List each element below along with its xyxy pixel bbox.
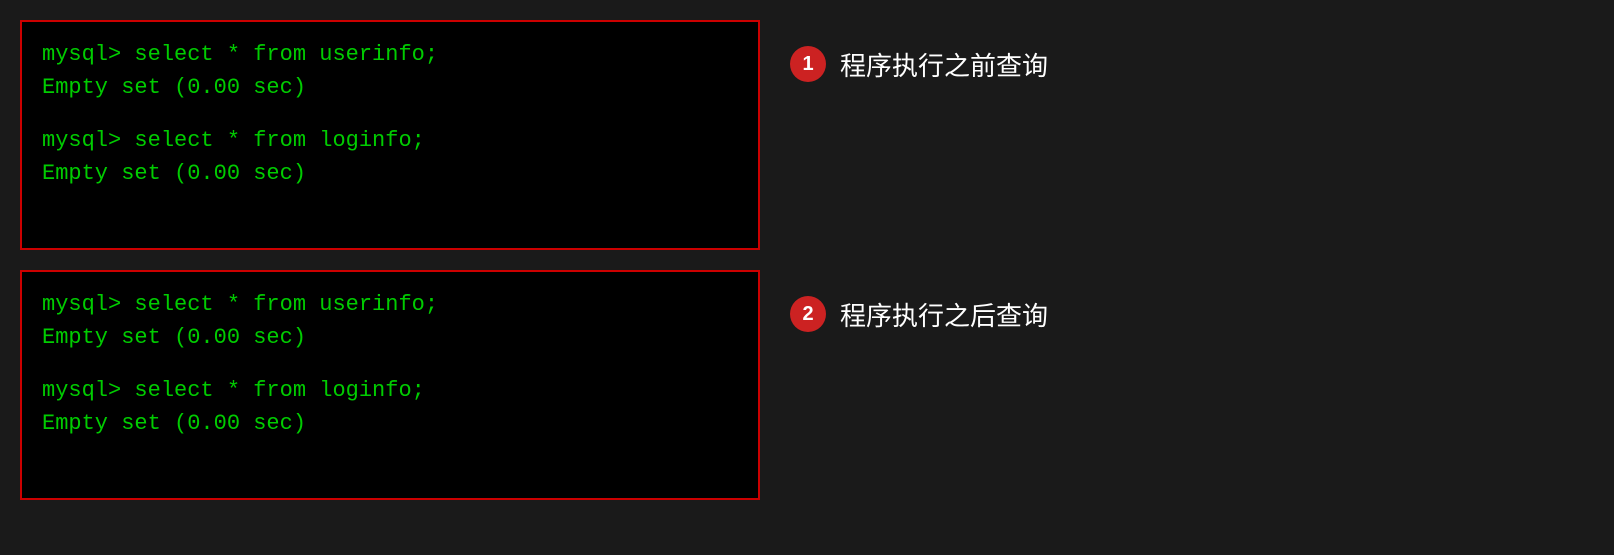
terminal-line-1-3: mysql> select * from loginfo; [42,124,738,157]
label-text-1: 程序执行之前查询 [840,46,1048,83]
terminal-line-2-2: Empty set (0.00 sec) [42,321,738,354]
label-row-1: 1 程序执行之前查询 [790,30,1048,260]
panels-container: mysql> select * from userinfo; Empty set… [20,20,760,500]
terminal-box-2: mysql> select * from userinfo; Empty set… [20,270,760,500]
badge-1: 1 [790,46,826,82]
spacer-1 [42,104,738,124]
terminal-line-1-1: mysql> select * from userinfo; [42,38,738,71]
spacer-2 [42,354,738,374]
terminal-line-2-4: Empty set (0.00 sec) [42,407,738,440]
terminal-line-2-1: mysql> select * from userinfo; [42,288,738,321]
label-text-2: 程序执行之后查询 [840,296,1048,333]
badge-2: 2 [790,296,826,332]
terminal-line-1-4: Empty set (0.00 sec) [42,157,738,190]
terminal-line-2-3: mysql> select * from loginfo; [42,374,738,407]
label-row-2: 2 程序执行之后查询 [790,280,1048,510]
terminal-box-1: mysql> select * from userinfo; Empty set… [20,20,760,250]
terminal-line-1-2: Empty set (0.00 sec) [42,71,738,104]
labels-container: 1 程序执行之前查询 2 程序执行之后查询 [790,20,1048,510]
